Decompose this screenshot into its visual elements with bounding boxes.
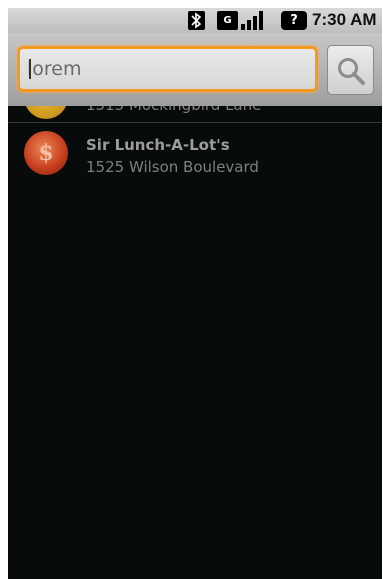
search-input[interactable] [17,46,318,92]
phone-screen: G ? 7:30 AM 1515 Mockingbird Lane [8,8,382,579]
restaurant-avatar-icon: $ [24,131,68,175]
list-item[interactable]: 1515 Mockingbird Lane [8,106,382,123]
status-bar: G ? 7:30 AM [8,8,382,33]
restaurant-avatar-icon [24,106,68,119]
text-cursor [29,59,31,79]
search-icon [338,58,365,85]
search-bar [8,33,382,106]
search-button[interactable] [327,45,374,95]
bluetooth-icon [188,11,205,30]
list-item-address: 1525 Wilson Boulevard [86,158,259,176]
clock: 7:30 AM [312,10,377,29]
help-icon: ? [281,11,307,30]
results-list: 1515 Mockingbird Lane $ Sir Lunch-A-Lot'… [8,106,382,185]
list-item-address: 1515 Mockingbird Lane [86,106,261,114]
data-connection-icon: G [217,11,238,30]
list-item[interactable]: $ Sir Lunch-A-Lot's 1525 Wilson Boulevar… [8,123,382,185]
list-item-name: Sir Lunch-A-Lot's [86,136,230,154]
signal-strength-icon [240,11,268,30]
